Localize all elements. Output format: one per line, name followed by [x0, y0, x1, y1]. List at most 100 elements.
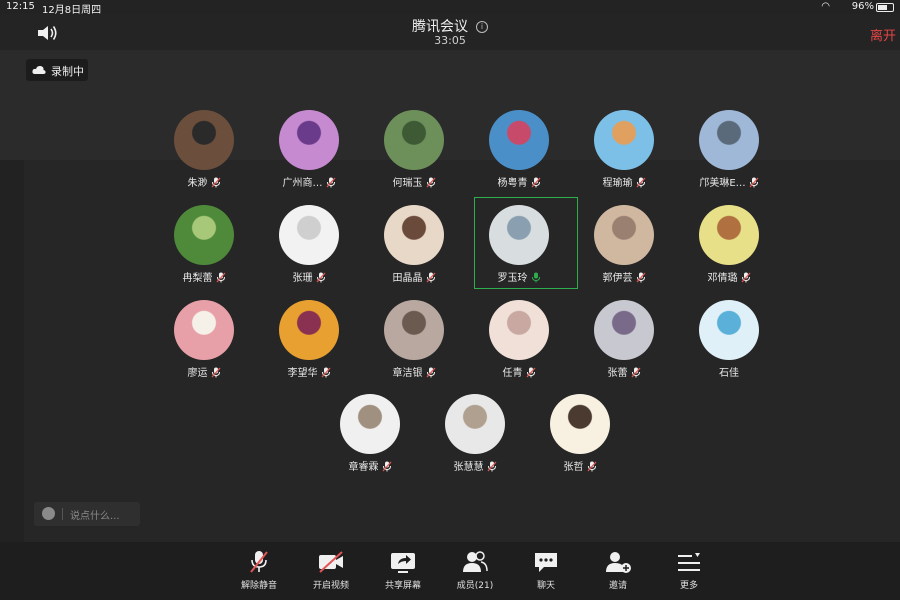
mic-muted-icon — [636, 272, 645, 283]
mic-muted-icon — [749, 177, 759, 188]
participant-name-text: 冉梨蕾 — [182, 273, 213, 284]
participant-tile[interactable]: 程瑜瑜 — [569, 110, 679, 200]
chat-input[interactable]: 说点什么... — [34, 502, 140, 526]
participant-name: 章睿霖 — [315, 458, 425, 473]
invite-button[interactable]: 邀请 — [588, 550, 648, 596]
participant-name: 李望华 — [254, 364, 364, 379]
mic-muted-icon — [211, 177, 220, 188]
members-icon — [463, 551, 488, 572]
participant-tile[interactable]: 冉梨蕾 — [149, 205, 259, 295]
participant-tile[interactable]: 石佳 — [674, 300, 784, 390]
participant-tile[interactable]: 张珊 — [254, 205, 364, 295]
participant-tile[interactable]: 李望华 — [254, 300, 364, 390]
participant-name-text: 邓倩璐 — [707, 273, 738, 284]
camera-off-icon — [319, 551, 343, 573]
participant-tile[interactable]: 章睿霖 — [315, 394, 425, 484]
participant-tile[interactable]: 张哲 — [525, 394, 635, 484]
recording-indicator[interactable]: 录制中 — [26, 59, 88, 81]
mic-muted-icon — [426, 177, 435, 188]
avatar — [174, 205, 234, 265]
avatar — [550, 394, 610, 454]
chat-button[interactable]: 聊天 — [516, 550, 576, 596]
participant-name: 张蕾 — [569, 364, 679, 379]
wifi-icon: ◠ — [821, 1, 830, 12]
unmute-button[interactable]: 解除静音 — [229, 550, 289, 596]
invite-label: 邀请 — [608, 581, 627, 591]
participant-tile[interactable]: 郭伊芸 — [569, 205, 679, 295]
meeting-title-text: 腾讯会议 — [412, 19, 468, 35]
participant-tile[interactable]: 何瑞玉 — [359, 110, 469, 200]
mic-muted-icon — [631, 367, 640, 378]
side-strip — [0, 160, 24, 550]
more-icon — [678, 553, 700, 571]
unmute-label: 解除静音 — [240, 581, 277, 591]
participant-name: 田晶晶 — [359, 269, 469, 284]
active-speaker-highlight — [474, 197, 578, 289]
participant-name-text: 朱渺 — [187, 178, 208, 189]
avatar — [384, 300, 444, 360]
participant-tile[interactable]: 张慧慧 — [420, 394, 530, 484]
participant-name: 石佳 — [674, 364, 784, 379]
avatar — [489, 110, 549, 170]
participant-name: 冉梨蕾 — [149, 269, 259, 284]
participant-tile[interactable]: 任青 — [464, 300, 574, 390]
leave-button[interactable]: 离开 — [870, 25, 896, 44]
battery-icon — [876, 3, 894, 12]
avatar — [279, 300, 339, 360]
participant-name: 张慧慧 — [420, 458, 530, 473]
members-label: 成员(21) — [456, 581, 494, 591]
mic-muted-icon — [316, 272, 325, 283]
participant-name-text: 章洁银 — [392, 368, 423, 379]
recording-label: 录制中 — [51, 65, 84, 78]
participant-name: 郭伊芸 — [569, 269, 679, 284]
participant-tile[interactable]: 张蕾 — [569, 300, 679, 390]
avatar — [699, 300, 759, 360]
start-video-label: 开启视频 — [312, 581, 349, 591]
mic-muted-icon — [216, 272, 225, 283]
chat-label: 聊天 — [536, 581, 555, 591]
participant-name-text: 张珊 — [292, 273, 313, 284]
meeting-header: 腾讯会议 i 33:05 离开 — [0, 14, 900, 50]
emoji-icon[interactable] — [42, 507, 55, 520]
participant-name-text: 廖运 — [187, 368, 208, 379]
avatar — [384, 205, 444, 265]
participant-name-text: 张哲 — [563, 462, 584, 473]
participant-name-text: 任青 — [502, 368, 523, 379]
meeting-timer: 33:05 — [434, 34, 466, 47]
avatar — [594, 205, 654, 265]
participant-name-text: 石佳 — [719, 368, 739, 379]
participant-tile[interactable]: 朱渺 — [149, 110, 259, 200]
avatar — [340, 394, 400, 454]
participant-name: 章洁银 — [359, 364, 469, 379]
avatar — [279, 205, 339, 265]
share-screen-button[interactable]: 共享屏幕 — [373, 550, 433, 596]
participant-name: 张珊 — [254, 269, 364, 284]
start-video-button[interactable]: 开启视频 — [301, 550, 361, 596]
mic-muted-icon — [741, 272, 750, 283]
participant-tile[interactable]: 邝美琳E… — [674, 110, 784, 200]
members-button[interactable]: 成员(21) — [445, 550, 505, 596]
participant-tile[interactable]: 章洁银 — [359, 300, 469, 390]
participant-name-text: 张慧慧 — [453, 462, 484, 473]
meeting-title[interactable]: 腾讯会议 i — [0, 16, 900, 36]
participant-tile[interactable]: 廖运 — [149, 300, 259, 390]
participant-name: 廖运 — [149, 364, 259, 379]
participant-tile[interactable]: 邓倩璐 — [674, 205, 784, 295]
share-screen-icon — [391, 553, 415, 573]
more-button[interactable]: 更多 — [659, 550, 719, 596]
participant-name-text: 何瑞玉 — [392, 178, 423, 189]
mic-off-icon — [250, 551, 268, 573]
chat-placeholder: 说点什么... — [70, 511, 120, 522]
participant-name: 程瑜瑜 — [569, 174, 679, 189]
participant-name-text: 杨粤青 — [497, 178, 528, 189]
participant-tile[interactable]: 田晶晶 — [359, 205, 469, 295]
info-icon[interactable]: i — [476, 21, 488, 33]
avatar — [445, 394, 505, 454]
mic-muted-icon — [587, 461, 596, 472]
invite-icon — [606, 552, 631, 573]
participant-name: 任青 — [464, 364, 574, 379]
participant-tile[interactable]: 广州商… — [254, 110, 364, 200]
participant-name: 何瑞玉 — [359, 174, 469, 189]
participant-tile[interactable]: 杨粤青 — [464, 110, 574, 200]
share-screen-label: 共享屏幕 — [384, 581, 421, 591]
